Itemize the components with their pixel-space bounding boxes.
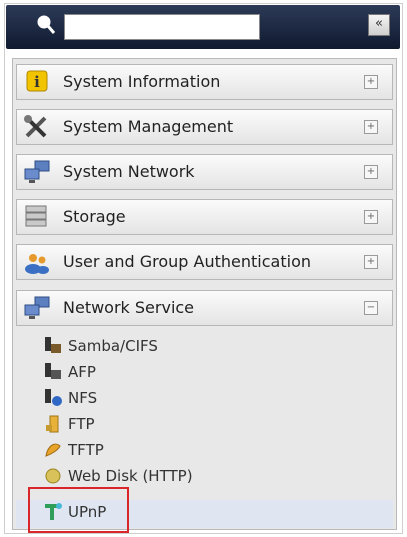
section-system-information[interactable]: i System Information +	[16, 64, 393, 100]
expand-icon[interactable]: +	[364, 120, 378, 134]
ftp-icon	[46, 415, 59, 433]
section-label: Storage	[63, 207, 126, 226]
users-icon	[25, 254, 49, 274]
highlight-box	[28, 487, 129, 533]
menu-item-web-disk-http[interactable]: Web Disk (HTTP)	[40, 464, 340, 488]
section-label: System Information	[63, 72, 221, 91]
search-bar: «	[6, 5, 400, 49]
section-system-network[interactable]: System Network +	[16, 154, 393, 190]
section-label: Network Service	[63, 298, 195, 317]
samba-icon	[45, 337, 61, 353]
section-system-management[interactable]: System Management +	[16, 109, 393, 145]
tftp-icon	[45, 443, 61, 457]
collapse-icon[interactable]: −	[364, 301, 378, 315]
menu-item-samba-cifs[interactable]: Samba/CIFS	[40, 334, 340, 358]
search-input[interactable]	[64, 14, 260, 40]
afp-icon	[45, 363, 61, 379]
tools-icon	[24, 115, 47, 138]
network-icon	[24, 160, 50, 183]
menu-item-label: NFS	[68, 389, 98, 407]
section-user-group-authentication[interactable]: User and Group Authentication +	[16, 244, 393, 280]
svg-text:i: i	[34, 73, 40, 91]
collapse-sidebar-button[interactable]: «	[368, 14, 390, 36]
menu-item-label: AFP	[68, 363, 96, 381]
section-label: System Management	[63, 117, 234, 136]
menu-item-afp[interactable]: AFP	[40, 360, 340, 384]
expand-icon[interactable]: +	[364, 75, 378, 89]
search-icon[interactable]	[36, 14, 56, 36]
info-icon: i	[26, 70, 48, 92]
menu-item-label: TFTP	[68, 441, 104, 459]
storage-icon	[25, 205, 47, 227]
menu-item-label: Web Disk (HTTP)	[68, 467, 193, 485]
web-disk-icon	[45, 468, 61, 484]
section-label: User and Group Authentication	[63, 252, 311, 271]
expand-icon[interactable]: +	[364, 210, 378, 224]
section-storage[interactable]: Storage +	[16, 199, 393, 235]
menu-item-nfs[interactable]: NFS	[40, 386, 340, 410]
menu-item-ftp[interactable]: FTP	[40, 412, 340, 436]
menu-item-tftp[interactable]: TFTP	[40, 438, 340, 462]
section-network-service[interactable]: Network Service −	[16, 290, 393, 326]
expand-icon[interactable]: +	[364, 165, 378, 179]
menu-item-label: FTP	[68, 415, 95, 433]
expand-icon[interactable]: +	[364, 255, 378, 269]
nfs-icon	[45, 389, 62, 406]
section-label: System Network	[63, 162, 195, 181]
network-service-icon	[24, 296, 50, 319]
menu-item-label: Samba/CIFS	[68, 337, 158, 355]
